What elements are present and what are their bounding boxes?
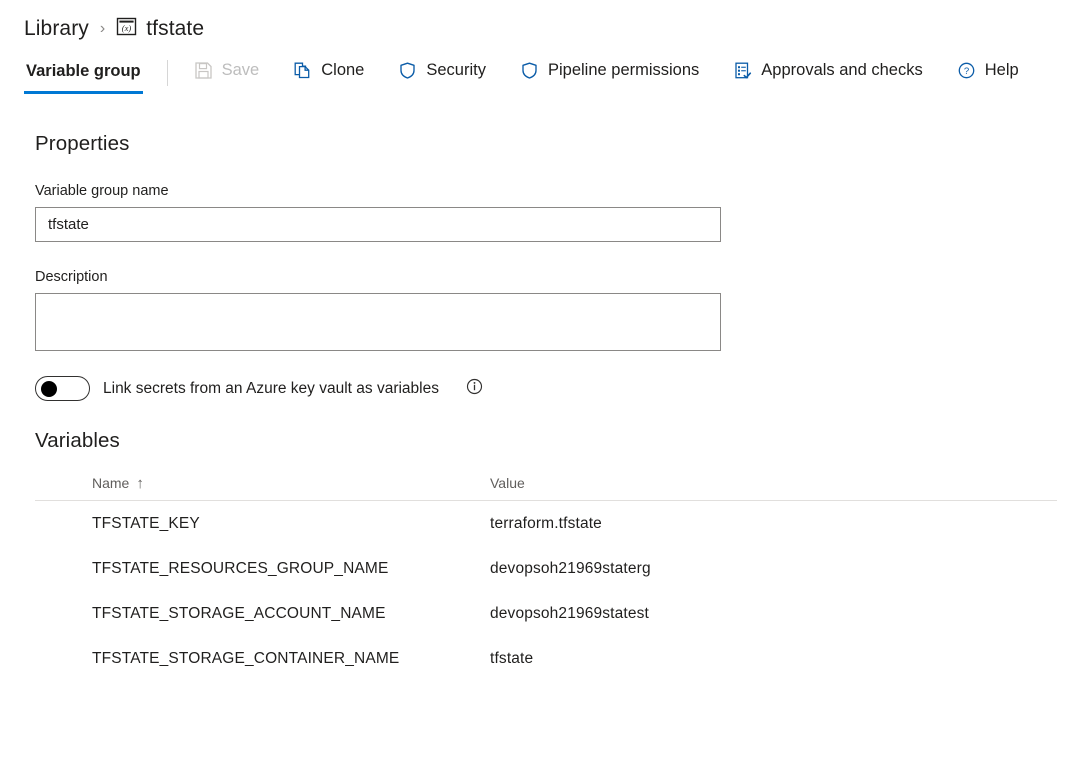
table-row[interactable]: TFSTATE_KEY terraform.tfstate (35, 501, 1057, 546)
help-label: Help (984, 61, 1019, 79)
variable-group-name-input[interactable] (35, 207, 721, 242)
variable-value: devopsoh21969staterg (490, 559, 651, 577)
pipeline-permissions-label: Pipeline permissions (547, 61, 700, 79)
sort-ascending-icon: ↑ (136, 474, 144, 492)
shield-icon (398, 61, 417, 80)
toolbar-divider (166, 60, 168, 86)
approvals-checklist-icon (733, 61, 752, 80)
variables-table: Name ↑ Value TFSTATE_KEY terraform.tfsta… (35, 475, 1057, 681)
table-row[interactable]: TFSTATE_RESOURCES_GROUP_NAME devopsoh219… (35, 546, 1057, 591)
variable-value: tfstate (490, 649, 534, 667)
keyvault-toggle-row: Link secrets from an Azure key vault as … (35, 376, 1091, 401)
toggle-knob (41, 380, 57, 397)
breadcrumb-current-page: tfstate (146, 17, 205, 40)
variable-value: terraform.tfstate (490, 514, 602, 532)
page-content: Properties Variable group name Descripti… (0, 132, 1091, 681)
save-button[interactable]: Save (190, 58, 264, 83)
pipeline-permissions-button[interactable]: Pipeline permissions (516, 58, 703, 83)
variable-name: TFSTATE_STORAGE_CONTAINER_NAME (92, 649, 400, 667)
breadcrumb: Library › (x) tfstate (0, 0, 1091, 58)
variable-group-icon: (x) (116, 17, 137, 41)
clone-button[interactable]: Clone (289, 58, 368, 83)
command-toolbar: Variable group Save Clone Security Pipel… (0, 58, 1091, 104)
variables-table-header: Name ↑ Value (35, 475, 1057, 501)
security-button[interactable]: Security (394, 58, 490, 83)
approvals-and-checks-button[interactable]: Approvals and checks (729, 58, 926, 83)
tab-variable-group[interactable]: Variable group (24, 58, 143, 97)
variable-name: TFSTATE_KEY (92, 514, 200, 532)
svg-text:(x): (x) (122, 23, 132, 33)
description-input[interactable] (35, 293, 721, 351)
save-icon (194, 61, 213, 80)
variable-name: TFSTATE_RESOURCES_GROUP_NAME (92, 559, 389, 577)
table-row[interactable]: TFSTATE_STORAGE_CONTAINER_NAME tfstate (35, 636, 1057, 681)
help-button[interactable]: ? Help (953, 58, 1023, 83)
column-header-name[interactable]: Name ↑ (35, 475, 490, 491)
breadcrumb-library-link[interactable]: Library (24, 17, 89, 41)
description-label: Description (35, 269, 108, 285)
variable-name: TFSTATE_STORAGE_ACCOUNT_NAME (92, 604, 386, 622)
security-label: Security (426, 61, 486, 79)
link-secrets-toggle[interactable] (35, 376, 90, 401)
chevron-right-icon: › (99, 20, 106, 37)
properties-section-title: Properties (35, 132, 130, 155)
column-header-name-label: Name (92, 475, 130, 491)
variables-section-title: Variables (35, 429, 120, 452)
clone-label: Clone (321, 61, 365, 79)
info-icon[interactable] (466, 378, 483, 400)
tab-variable-group-label: Variable group (26, 62, 141, 80)
approvals-and-checks-label: Approvals and checks (761, 61, 923, 79)
link-secrets-toggle-label: Link secrets from an Azure key vault as … (103, 379, 439, 397)
svg-text:?: ? (964, 66, 969, 77)
tab-active-underline (24, 91, 143, 94)
variable-value: devopsoh21969statest (490, 604, 649, 622)
help-circle-icon: ? (957, 61, 976, 80)
table-row[interactable]: TFSTATE_STORAGE_ACCOUNT_NAME devopsoh219… (35, 591, 1057, 636)
clone-icon (293, 61, 312, 80)
variable-group-name-label: Variable group name (35, 183, 169, 199)
column-header-value-label: Value (490, 475, 525, 491)
save-label: Save (221, 61, 260, 79)
column-header-value[interactable]: Value (490, 475, 1057, 491)
shield-icon (520, 61, 539, 80)
